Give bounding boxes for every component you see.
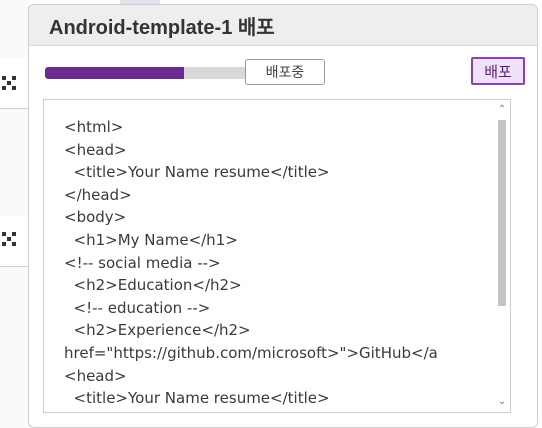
code-line: <!-- social media --> xyxy=(64,253,221,272)
chevron-up-icon[interactable]: ⌃ xyxy=(496,104,508,116)
code-line: <!-- education --> xyxy=(64,298,211,317)
code-line: </head> xyxy=(64,185,132,204)
code-line: <h1>My Name</h1> xyxy=(64,230,238,249)
deploy-progress-bar xyxy=(45,67,259,79)
code-line: <title>Your Name resume</title> xyxy=(64,163,330,182)
deploy-dialog: Android-template-1 배포 배포중 배포 <html> <head… xyxy=(28,4,538,428)
deploy-button[interactable]: 배포 xyxy=(471,57,525,85)
qr-code-icon[interactable] xyxy=(2,76,16,90)
deploy-progress-fill xyxy=(45,67,185,79)
deploy-status-button[interactable]: 배포중 xyxy=(245,59,325,85)
code-line: <title>Your Name resume</title> xyxy=(64,389,330,408)
dialog-header: Android-template-1 배포 xyxy=(29,5,537,46)
dialog-title: Android-template-1 배포 xyxy=(49,16,275,39)
code-line: href="https://github.com/microsoft>">Git… xyxy=(64,343,438,362)
progress-row: 배포중 배포 xyxy=(45,57,525,89)
chevron-down-icon[interactable]: ⌄ xyxy=(496,396,508,408)
code-line: <html> xyxy=(64,118,124,136)
code-content: <html> <head> <title>Your Name resume</ti… xyxy=(64,116,490,410)
code-line: <body> xyxy=(64,208,127,227)
qr-code-icon[interactable] xyxy=(2,232,16,246)
code-line: <head> xyxy=(64,366,127,385)
vertical-scrollbar[interactable]: ⌃ ⌄ xyxy=(494,100,510,412)
code-line: <h2>Education</h2> xyxy=(64,276,242,295)
code-viewer[interactable]: <html> <head> <title>Your Name resume</ti… xyxy=(43,99,511,413)
code-line: <head> xyxy=(64,140,127,159)
scrollbar-thumb[interactable] xyxy=(498,120,506,306)
code-line: <h2>Experience</h2> xyxy=(64,321,251,340)
